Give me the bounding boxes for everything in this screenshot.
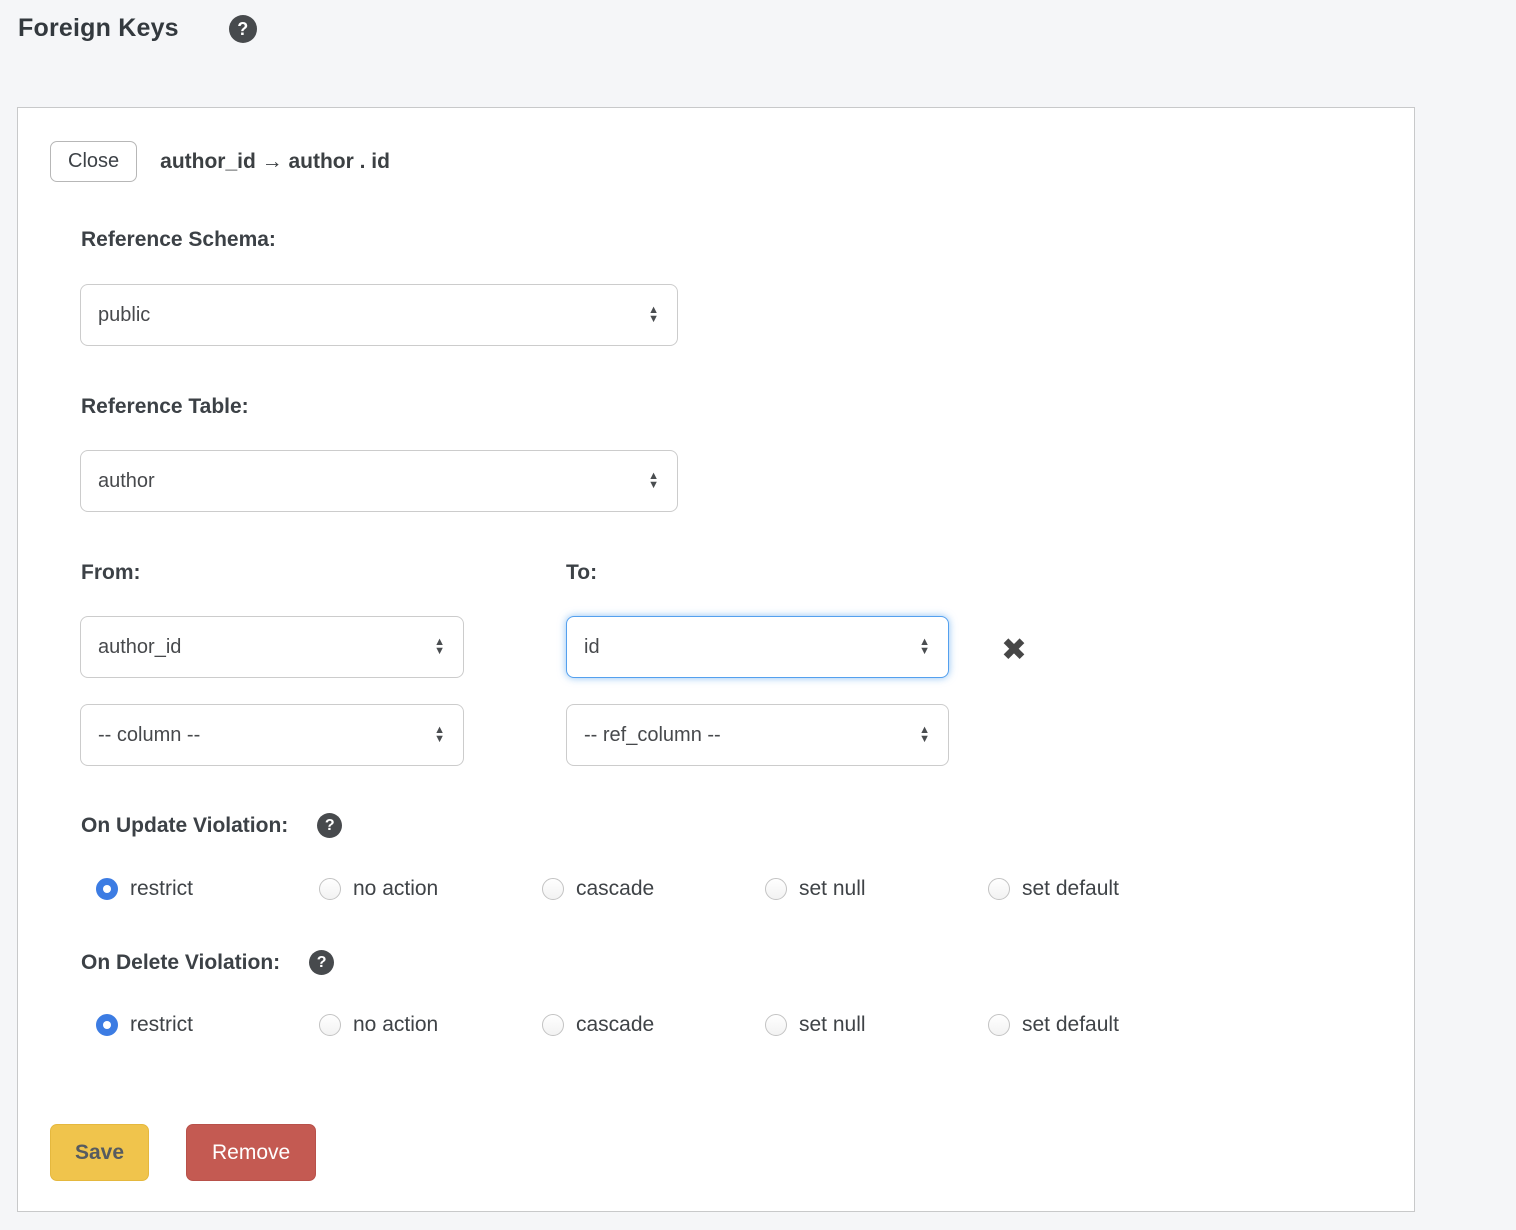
reference-schema-value: public: [98, 304, 648, 327]
radio-on-update-set-null[interactable]: set null: [765, 877, 988, 901]
radio-on-update-no-action[interactable]: no action: [319, 877, 542, 901]
radio-icon: [319, 878, 341, 900]
foreign-key-editor-panel: Close author_id → author . id Reference …: [17, 107, 1415, 1212]
reference-table-select[interactable]: author ▲▼: [80, 450, 678, 512]
radio-icon: [988, 878, 1010, 900]
from-column-value: author_id: [98, 636, 434, 659]
radio-icon: [319, 1014, 341, 1036]
foreign-key-heading: author_id → author . id: [160, 150, 390, 174]
on-delete-help-icon[interactable]: ?: [309, 950, 334, 975]
chevron-updown-icon: ▲▼: [434, 726, 445, 744]
remove-button[interactable]: Remove: [186, 1124, 316, 1181]
radio-on-delete-set-default[interactable]: set default: [988, 1013, 1211, 1037]
radio-icon: [96, 878, 118, 900]
radio-on-delete-set-null[interactable]: set null: [765, 1013, 988, 1037]
on-delete-radio-group: restrict no action cascade set null set …: [96, 1013, 1211, 1037]
reference-table-label: Reference Table:: [81, 395, 249, 419]
radio-icon: [542, 878, 564, 900]
radio-on-update-set-default[interactable]: set default: [988, 877, 1211, 901]
extra-ref-column-select[interactable]: -- ref_column -- ▲▼: [566, 704, 949, 766]
reference-table-value: author: [98, 470, 648, 493]
remove-mapping-icon[interactable]: ✖: [1001, 634, 1027, 665]
radio-icon: [542, 1014, 564, 1036]
on-delete-violation-label: On Delete Violation: ?: [81, 950, 334, 975]
extra-from-column-select[interactable]: -- column -- ▲▼: [80, 704, 464, 766]
radio-on-update-restrict[interactable]: restrict: [96, 877, 319, 901]
chevron-updown-icon: ▲▼: [648, 472, 659, 490]
radio-on-delete-no-action[interactable]: no action: [319, 1013, 542, 1037]
radio-icon: [765, 878, 787, 900]
reference-schema-label: Reference Schema:: [81, 228, 276, 252]
on-update-violation-label: On Update Violation: ?: [81, 813, 342, 838]
radio-icon: [988, 1014, 1010, 1036]
reference-schema-select[interactable]: public ▲▼: [80, 284, 678, 346]
close-button[interactable]: Close: [50, 141, 137, 182]
radio-icon: [96, 1014, 118, 1036]
foreign-keys-help-icon[interactable]: ?: [229, 15, 257, 43]
radio-on-delete-restrict[interactable]: restrict: [96, 1013, 319, 1037]
save-button[interactable]: Save: [50, 1124, 149, 1181]
to-label: To:: [566, 561, 597, 585]
to-column-select[interactable]: id ▲▼: [566, 616, 949, 678]
extra-ref-column-value: -- ref_column --: [584, 724, 919, 747]
from-column-select[interactable]: author_id ▲▼: [80, 616, 464, 678]
on-update-radio-group: restrict no action cascade set null set …: [96, 877, 1211, 901]
to-column-value: id: [584, 636, 919, 659]
chevron-updown-icon: ▲▼: [919, 638, 930, 656]
page-header: Foreign Keys ?: [18, 14, 257, 43]
from-label: From:: [81, 561, 141, 585]
chevron-updown-icon: ▲▼: [648, 306, 659, 324]
page-title: Foreign Keys: [18, 14, 179, 43]
extra-from-column-value: -- column --: [98, 724, 434, 747]
radio-on-update-cascade[interactable]: cascade: [542, 877, 765, 901]
on-update-help-icon[interactable]: ?: [317, 813, 342, 838]
chevron-updown-icon: ▲▼: [434, 638, 445, 656]
radio-icon: [765, 1014, 787, 1036]
radio-on-delete-cascade[interactable]: cascade: [542, 1013, 765, 1037]
panel-header-row: Close author_id → author . id: [50, 141, 390, 182]
chevron-updown-icon: ▲▼: [919, 726, 930, 744]
